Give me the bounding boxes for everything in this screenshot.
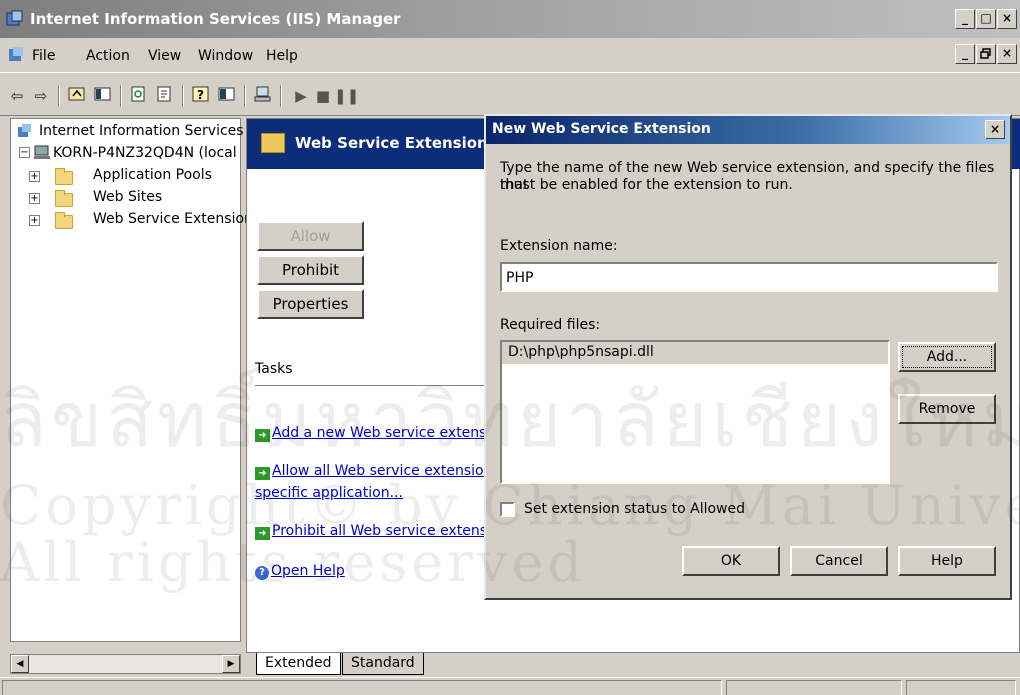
cancel-button[interactable]: Cancel	[790, 546, 888, 576]
extension-name-input[interactable]: PHP	[500, 262, 998, 292]
task-allow-all-link[interactable]: ➜ Allow all Web service extensions	[255, 463, 500, 480]
scroll-right-icon[interactable]: ▶	[222, 655, 240, 673]
svg-text:?: ?	[197, 88, 204, 102]
tab-standard[interactable]: Standard	[342, 653, 424, 675]
toolbar-separator	[182, 85, 184, 107]
task-allow-all-label: Allow all Web service extensions	[272, 463, 500, 479]
toolbar-separator	[58, 85, 60, 107]
status-bar	[0, 677, 1020, 695]
dialog-description-line2: must be enabled for the extension to run…	[500, 177, 793, 193]
green-arrow-icon: ➜	[255, 527, 270, 540]
folder-icon	[261, 133, 285, 153]
action-pane-icon[interactable]	[216, 86, 238, 106]
expand-icon[interactable]: +	[29, 215, 40, 226]
dialog-close-button[interactable]: ×	[985, 120, 1005, 139]
status-panel	[2, 680, 722, 695]
toolbar-separator	[120, 85, 122, 107]
collapse-icon[interactable]: −	[19, 147, 30, 158]
pause-icon[interactable]: ❚❚	[334, 86, 359, 106]
view-tabs: Extended Standard	[246, 653, 666, 677]
window-title-bar: Internet Information Services (IIS) Mana…	[0, 0, 1020, 38]
allowed-status-checkbox[interactable]	[500, 502, 515, 517]
menu-action[interactable]: Action	[86, 48, 130, 64]
toolbar: ⇦ ⇨ ? ▶ ■ ❚❚	[0, 72, 1020, 116]
green-arrow-icon: ➜	[255, 467, 270, 480]
toolbar-separator	[280, 85, 282, 107]
task-open-help-link[interactable]: ? Open Help	[255, 563, 345, 580]
tree-item-web-sites[interactable]: Web Sites	[93, 189, 162, 205]
help-button[interactable]: Help	[898, 546, 996, 576]
mdi-restore-button[interactable]	[976, 44, 996, 64]
stop-icon[interactable]: ■	[312, 86, 334, 106]
start-icon[interactable]: ▶	[290, 86, 312, 106]
help-icon[interactable]: ?	[190, 86, 212, 106]
task-prohibit-all-link[interactable]: ➜ Prohibit all Web service extensior	[255, 523, 505, 540]
tree-item-server[interactable]: KORN-P4NZ32QD4N (local	[53, 145, 237, 161]
mdi-close-button[interactable]: ×	[997, 44, 1017, 64]
expand-icon[interactable]: +	[29, 193, 40, 204]
folder-icon	[55, 212, 73, 229]
ok-button[interactable]: OK	[682, 546, 780, 576]
computer-icon[interactable]	[252, 86, 274, 106]
menu-view[interactable]: View	[148, 48, 181, 64]
forward-arrow-icon[interactable]: ⇨	[30, 86, 52, 106]
back-arrow-icon[interactable]: ⇦	[6, 86, 28, 106]
show-hide-tree-icon[interactable]	[92, 86, 114, 106]
iis-root-icon	[17, 123, 33, 139]
required-files-label: Required files:	[500, 317, 601, 333]
extension-name-label: Extension name:	[500, 238, 618, 254]
remove-file-button[interactable]: Remove	[898, 394, 996, 424]
dialog-title: New Web Service Extension	[492, 121, 711, 137]
export-list-icon[interactable]	[154, 86, 176, 106]
properties-button[interactable]: Properties	[257, 289, 364, 319]
console-tree: Internet Information Services − KORN-P4N…	[10, 118, 250, 642]
menu-file[interactable]: File	[32, 48, 55, 64]
task-prohibit-all-label: Prohibit all Web service extensior	[272, 523, 506, 539]
mmc-document-icon[interactable]	[8, 47, 24, 63]
add-file-button[interactable]: Add...	[898, 342, 996, 372]
expand-icon[interactable]: +	[29, 171, 40, 182]
dialog-title-bar: New Web Service Extension ×	[486, 116, 1010, 144]
close-button[interactable]: ×	[997, 9, 1017, 29]
task-add-extension-label: Add a new Web service extensio	[272, 425, 499, 441]
prohibit-button[interactable]: Prohibit	[257, 255, 364, 285]
server-icon	[33, 143, 51, 161]
scroll-left-icon[interactable]: ◀	[11, 655, 29, 673]
refresh-icon[interactable]	[128, 86, 150, 106]
list-item[interactable]: D:\php\php5nsapi.dll	[502, 342, 888, 364]
new-web-service-extension-dialog: New Web Service Extension × Type the nam…	[484, 114, 1012, 600]
pane-title: Web Service Extensions	[295, 134, 497, 152]
menu-bar: File Action View Window Help _ ×	[0, 38, 1020, 72]
up-one-level-icon[interactable]	[66, 86, 88, 106]
iis-app-icon	[6, 10, 24, 28]
help-icon: ?	[255, 566, 269, 580]
task-allow-all-link-line2[interactable]: specific application...	[255, 485, 403, 501]
maximize-button[interactable]: □	[976, 9, 996, 29]
minimize-button[interactable]: _	[955, 9, 975, 29]
toolbar-separator	[244, 85, 246, 107]
allow-button[interactable]: Allow	[257, 221, 364, 251]
green-arrow-icon: ➜	[255, 429, 270, 442]
tree-horizontal-scrollbar[interactable]: ◀ ▶	[10, 654, 241, 674]
menu-help[interactable]: Help	[266, 48, 298, 64]
folder-icon	[55, 190, 73, 207]
task-open-help-label: Open Help	[271, 563, 345, 579]
task-add-extension-link[interactable]: ➜ Add a new Web service extensio	[255, 425, 499, 442]
window-title: Internet Information Services (IIS) Mana…	[30, 10, 401, 28]
required-files-list[interactable]: D:\php\php5nsapi.dll	[500, 340, 890, 484]
tasks-divider	[255, 385, 487, 386]
allowed-status-label[interactable]: Set extension status to Allowed	[524, 501, 745, 518]
tree-item-web-service-extensions[interactable]: Web Service Extensior	[93, 211, 250, 227]
folder-icon	[55, 168, 73, 185]
status-panel	[906, 680, 1016, 695]
tree-item-application-pools[interactable]: Application Pools	[93, 167, 212, 183]
menu-window[interactable]: Window	[198, 48, 253, 64]
tab-extended[interactable]: Extended	[256, 653, 341, 675]
tree-item-iis-root[interactable]: Internet Information Services	[39, 123, 244, 139]
status-panel	[726, 680, 902, 695]
tasks-heading: Tasks	[255, 361, 293, 377]
mdi-minimize-button[interactable]: _	[955, 44, 975, 64]
